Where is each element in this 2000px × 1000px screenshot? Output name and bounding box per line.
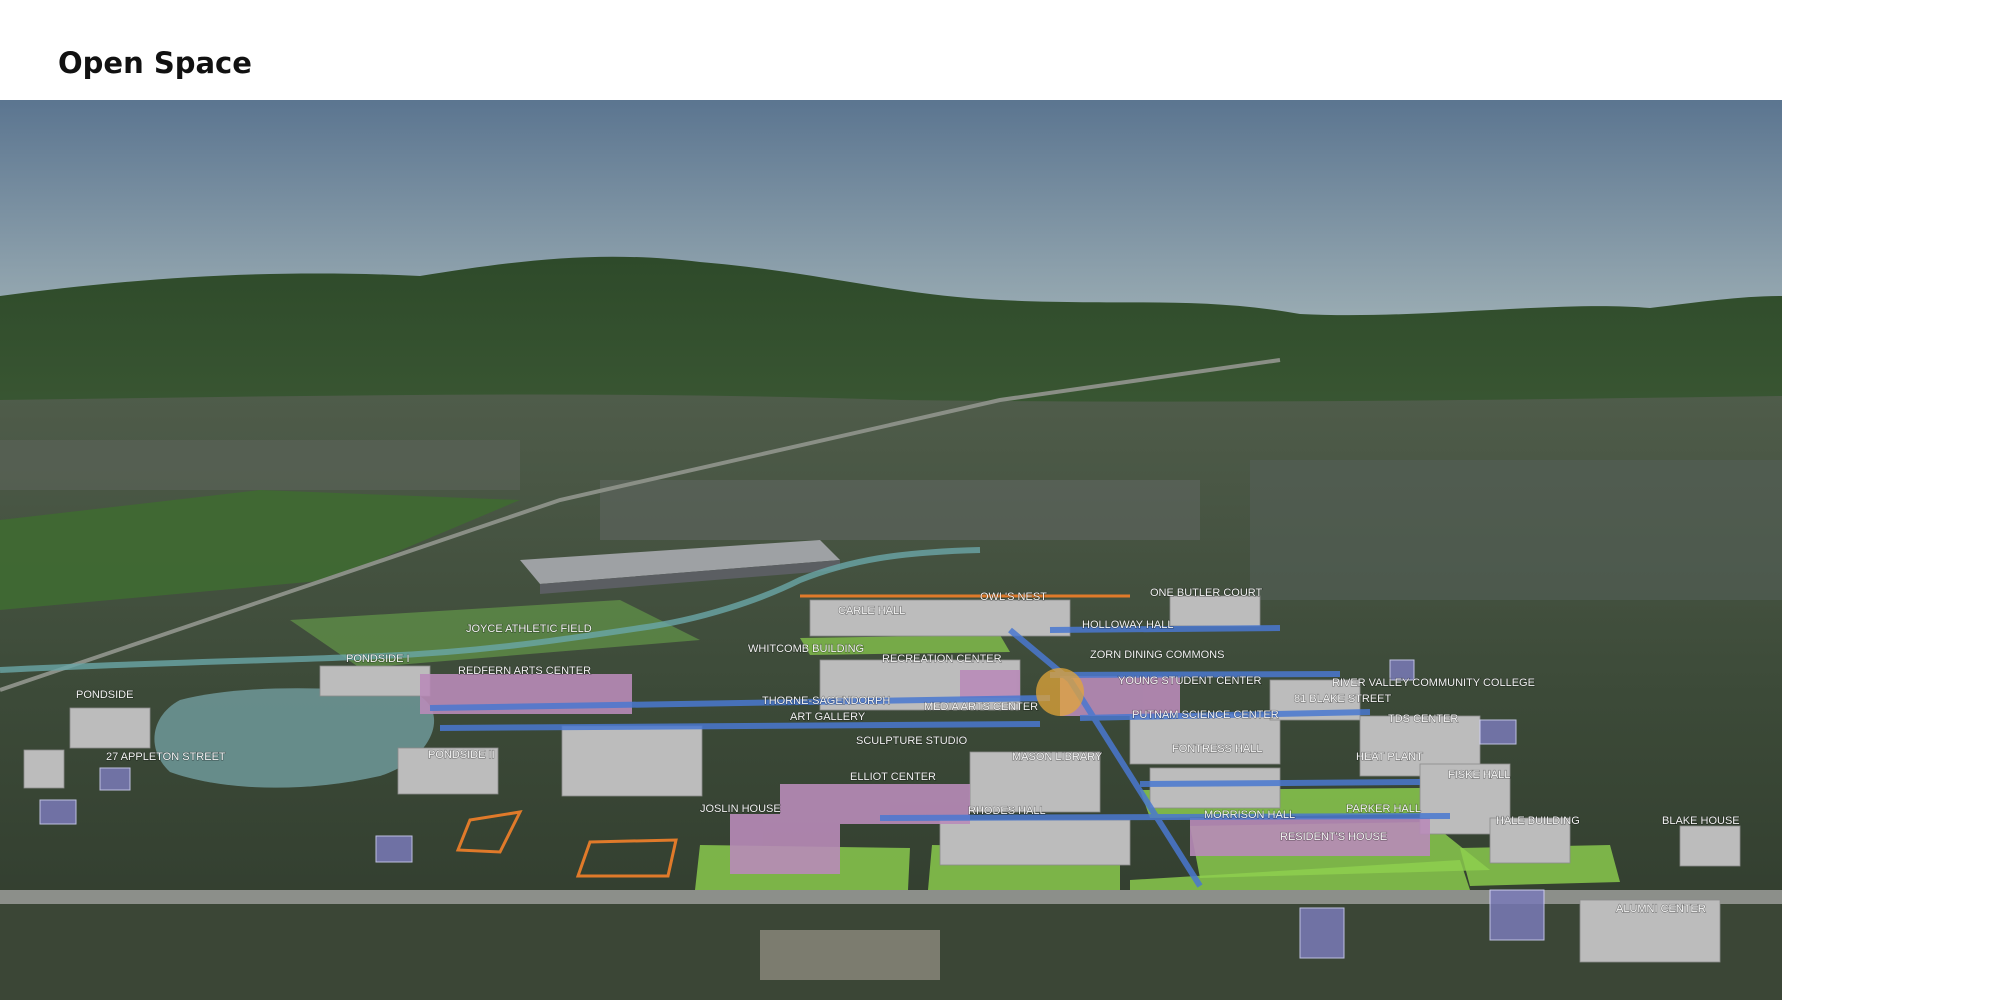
label-joyce-athletic-field: JOYCE ATHLETIC FIELD: [466, 623, 592, 635]
label-redfern-arts: REDFERN ARTS CENTER: [458, 665, 591, 677]
label-alumni-center: ALUMNI CENTER: [1616, 903, 1706, 915]
label-river-valley: RIVER VALLEY COMMUNITY COLLEGE: [1332, 677, 1535, 689]
label-hale-building: HALE BUILDING: [1496, 815, 1580, 827]
building-fontress-hall: [1149, 767, 1281, 809]
label-pondside: PONDSIDE: [76, 689, 133, 701]
label-joslin-house: JOSLIN HOUSE: [700, 803, 781, 815]
building-pondside: [69, 707, 151, 749]
label-residents-house: RESIDENT'S HOUSE: [1280, 831, 1387, 843]
building-pondside-i: [319, 665, 431, 697]
label-thorne-sagendorph: THORNE-SAGENDORPH: [762, 695, 890, 707]
label-media-arts: MEDIA ARTS CENTER: [924, 701, 1038, 713]
page-title: Open Space: [58, 46, 252, 80]
distant-town: [0, 440, 520, 490]
small-structure: [1479, 719, 1517, 745]
label-tds-center: TDS CENTER: [1388, 713, 1458, 725]
small-structure: [39, 799, 77, 825]
label-recreation-center: RECREATION CENTER: [882, 653, 1002, 665]
label-fontress-hall: FONTRESS HALL: [1172, 743, 1262, 755]
map-canvas: OWL'S NEST ONE BUTLER COURT CARLE HALL H…: [0, 100, 1782, 1000]
label-art-gallery: ART GALLERY: [790, 711, 866, 723]
label-blake-house: BLAKE HOUSE: [1662, 815, 1740, 827]
label-zorn-dining: ZORN DINING COMMONS: [1090, 649, 1224, 661]
label-sculpture-studio: SCULPTURE STUDIO: [856, 735, 968, 747]
label-elliot-center: ELLIOT CENTER: [850, 771, 936, 783]
campus-aerial-map: OWL'S NEST ONE BUTLER COURT CARLE HALL H…: [0, 100, 1782, 1000]
label-rhodes-hall: RHODES HALL: [968, 805, 1046, 817]
building-media-arts: [960, 670, 1020, 698]
small-structure: [1489, 889, 1545, 941]
label-holloway-hall: HOLLOWAY HALL: [1082, 619, 1174, 631]
label-fiske-hall: FISKE HALL: [1448, 769, 1510, 781]
walkway: [439, 721, 1041, 731]
label-parker-hall: PARKER HALL: [1346, 803, 1421, 815]
building-one-butler-court: [1169, 595, 1261, 627]
label-owls-nest: OWL'S NEST: [980, 591, 1047, 603]
walkway: [1139, 779, 1421, 787]
label-one-butler-court: ONE BUTLER COURT: [1150, 587, 1263, 599]
label-mason-library: MASON LIBRARY: [1012, 751, 1103, 763]
distant-town: [600, 480, 1200, 540]
label-carle-hall: CARLE HALL: [838, 605, 905, 617]
label-putnam-science: PUTNAM SCIENCE CENTER: [1132, 709, 1279, 721]
small-structure: [99, 767, 131, 791]
building-thorne-sagendorph: [561, 725, 703, 797]
neighborhood-roofs: [760, 930, 940, 980]
label-pondside-ii: PONDSIDE II: [428, 749, 495, 761]
label-young-student-center: YOUNG STUDENT CENTER: [1118, 675, 1261, 687]
building-appleton: [23, 749, 65, 789]
label-heat-plant: HEAT PLANT: [1356, 751, 1423, 763]
label-27-appleton: 27 APPLETON STREET: [106, 751, 226, 763]
building-putnam-science: [1129, 713, 1281, 765]
label-81-blake-street: 81 BLAKE STREET: [1294, 693, 1391, 705]
label-morrison-hall: MORRISON HALL: [1204, 809, 1295, 821]
campus-hub: [1036, 668, 1084, 716]
building-blake-house: [1679, 825, 1741, 867]
building-joslin-house: [730, 814, 840, 874]
label-whitcomb-building: WHITCOMB BUILDING: [748, 643, 864, 655]
label-pondside-i: PONDSIDE I: [346, 653, 410, 665]
walkway: [879, 813, 1451, 821]
building-rhodes-hall: [939, 819, 1131, 866]
distant-town: [1250, 460, 1782, 600]
small-structure: [375, 835, 413, 863]
small-structure: [1299, 907, 1345, 959]
